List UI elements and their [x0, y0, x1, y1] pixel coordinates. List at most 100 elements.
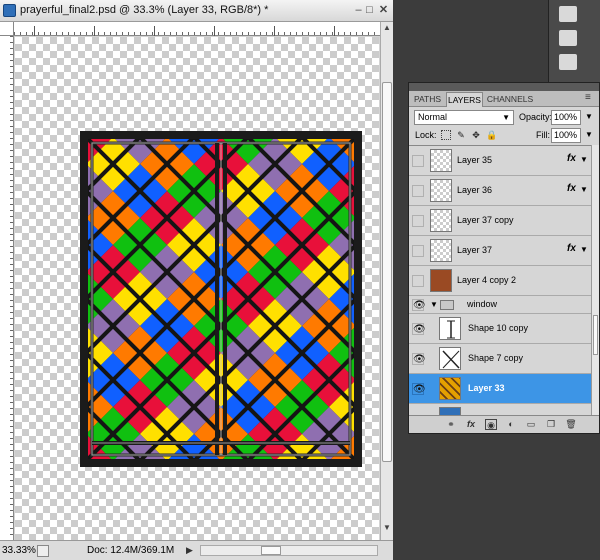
layer-thumbnail: [430, 269, 452, 292]
document-titlebar[interactable]: prayerful_final2.psd @ 33.3% (Layer 33, …: [0, 0, 393, 22]
fx-effects-icon[interactable]: fx: [567, 183, 576, 194]
ruler-tick: [34, 26, 35, 36]
zoom-level[interactable]: 33.33%: [2, 545, 36, 556]
layers-scroll-thumb[interactable]: [593, 315, 598, 355]
effects-expand-arrow-icon[interactable]: ▼: [580, 185, 588, 194]
layer-thumbnail: [430, 149, 452, 172]
layer-name: Layer 37: [457, 245, 493, 255]
visibility-eye-icon[interactable]: 👁: [412, 299, 426, 311]
panel-tabs: PATHS LAYERS CHANNELS ≡: [409, 91, 599, 107]
panel-grip[interactable]: [409, 83, 599, 91]
photoshop-document-icon: [3, 4, 16, 17]
opacity-input[interactable]: 100%: [551, 110, 581, 125]
visibility-eye-icon[interactable]: 👁: [412, 323, 426, 335]
tab-layers[interactable]: LAYERS: [446, 92, 483, 107]
ruler-tick: [334, 26, 335, 36]
new-layer-icon[interactable]: ❐: [545, 419, 557, 430]
adjustment-layer-icon[interactable]: ◐: [505, 419, 517, 430]
horizontal-scrollbar[interactable]: [200, 545, 378, 556]
layer-row[interactable]: Layer 35 fx ▼: [409, 146, 591, 176]
layer-row-partial[interactable]: [409, 404, 591, 415]
layers-panel-footer: ⚭ fx ◉ ◐ ▭ ❐ 🗑: [409, 415, 599, 433]
layer-row[interactable]: Layer 36 fx ▼: [409, 176, 591, 206]
horizontal-scroll-thumb[interactable]: [261, 546, 281, 555]
tab-paths[interactable]: PATHS: [411, 92, 444, 107]
fill-label: Fill:: [536, 130, 550, 140]
opacity-slider-arrow-icon[interactable]: ▼: [585, 112, 593, 121]
blend-mode-select[interactable]: Normal ▼: [414, 110, 514, 125]
tab-channels[interactable]: CHANNELS: [485, 92, 535, 107]
horizontal-ruler[interactable]: [14, 22, 380, 36]
effects-expand-arrow-icon[interactable]: ▼: [580, 245, 588, 254]
panel-menu-icon[interactable]: ≡: [585, 92, 591, 103]
lock-position-move-icon[interactable]: ✥: [471, 130, 481, 140]
visibility-eye-icon[interactable]: [412, 275, 424, 287]
vector-shape-thumbnail: [439, 347, 461, 370]
new-group-icon[interactable]: ▭: [525, 419, 537, 430]
shape-thumbnail-graphic: [447, 320, 455, 339]
tool-presets-icon[interactable]: [559, 30, 577, 46]
ruler-corner[interactable]: [0, 22, 14, 36]
link-layers-icon[interactable]: ⚭: [445, 419, 457, 430]
trash-icon[interactable]: 🗑: [565, 419, 577, 430]
layer-row-selected[interactable]: 👁 Layer 33: [409, 374, 591, 404]
layer-row[interactable]: Layer 37 copy: [409, 206, 591, 236]
ruler-tick: [154, 26, 155, 36]
layer-group-row[interactable]: 👁 ▼ window: [409, 296, 591, 314]
layer-row[interactable]: Layer 37 fx ▼: [409, 236, 591, 266]
visibility-eye-icon[interactable]: [412, 155, 424, 167]
visibility-eye-icon[interactable]: 👁: [412, 383, 426, 395]
brushes-icon[interactable]: [559, 54, 577, 70]
layers-list: Layer 35 fx ▼ Layer 36 fx ▼ Layer 37 cop…: [409, 145, 591, 415]
layer-row[interactable]: 👁 Shape 7 copy: [409, 344, 591, 374]
layer-thumbnail: [439, 407, 461, 415]
visibility-eye-icon[interactable]: [412, 215, 424, 227]
blend-mode-value: Normal: [418, 112, 448, 122]
fill-input[interactable]: 100%: [551, 128, 581, 143]
layer-thumbnail: [430, 239, 452, 262]
visibility-eye-icon[interactable]: [412, 245, 424, 257]
add-mask-icon[interactable]: ◉: [485, 419, 497, 430]
close-button[interactable]: ✕: [376, 3, 391, 18]
shape-thumbnail-graphic: [442, 350, 460, 369]
layer-name: Layer 35: [457, 155, 493, 165]
clone-source-icon[interactable]: [559, 6, 577, 22]
status-info-icon[interactable]: [37, 545, 49, 557]
effects-expand-arrow-icon[interactable]: ▼: [580, 155, 588, 164]
document-size: Doc: 12.4M/369.1M: [87, 545, 175, 556]
vertical-scroll-thumb[interactable]: [382, 82, 392, 462]
layer-row[interactable]: Layer 4 copy 2: [409, 266, 591, 296]
vertical-scrollbar[interactable]: ▲ ▼: [380, 22, 393, 540]
layers-panel: PATHS LAYERS CHANNELS ≡ Normal ▼ Opacity…: [408, 82, 600, 434]
layer-row[interactable]: 👁 Shape 10 copy: [409, 314, 591, 344]
lock-all-icon[interactable]: 🔒: [486, 130, 497, 140]
lock-label: Lock:: [415, 130, 437, 140]
layer-thumbnail: [439, 377, 461, 400]
status-bar: 33.33% Doc: 12.4M/369.1M ▶: [0, 540, 393, 560]
layer-thumbnail: [430, 179, 452, 202]
scroll-down-arrow-icon[interactable]: ▼: [381, 522, 393, 534]
vertical-ruler[interactable]: [0, 36, 14, 540]
lock-transparency-icon[interactable]: [441, 130, 451, 140]
scroll-up-arrow-icon[interactable]: ▲: [381, 22, 393, 34]
lock-pixels-brush-icon[interactable]: ✎: [456, 130, 466, 140]
layer-name: Layer 4 copy 2: [457, 275, 517, 285]
layer-name: Layer 37 copy: [457, 215, 514, 225]
visibility-eye-icon[interactable]: [412, 185, 424, 197]
layer-name: Shape 10 copy: [468, 323, 529, 333]
fill-slider-arrow-icon[interactable]: ▼: [585, 130, 593, 139]
layer-name: Shape 7 copy: [468, 353, 524, 363]
group-expand-arrow-icon[interactable]: ▼: [430, 300, 438, 309]
folder-icon: [440, 300, 454, 310]
chevron-down-icon: ▼: [502, 113, 510, 122]
fx-effects-icon[interactable]: fx: [567, 243, 576, 254]
layers-scrollbar[interactable]: [591, 145, 599, 415]
status-menu-arrow-icon[interactable]: ▶: [186, 545, 193, 556]
ruler-tick: [214, 26, 215, 36]
visibility-eye-icon[interactable]: 👁: [412, 353, 426, 365]
maximize-button[interactable]: □: [362, 3, 377, 18]
vector-shape-thumbnail: [439, 317, 461, 340]
layer-thumbnail: [430, 209, 452, 232]
add-layer-style-icon[interactable]: fx: [465, 419, 477, 430]
fx-effects-icon[interactable]: fx: [567, 153, 576, 164]
